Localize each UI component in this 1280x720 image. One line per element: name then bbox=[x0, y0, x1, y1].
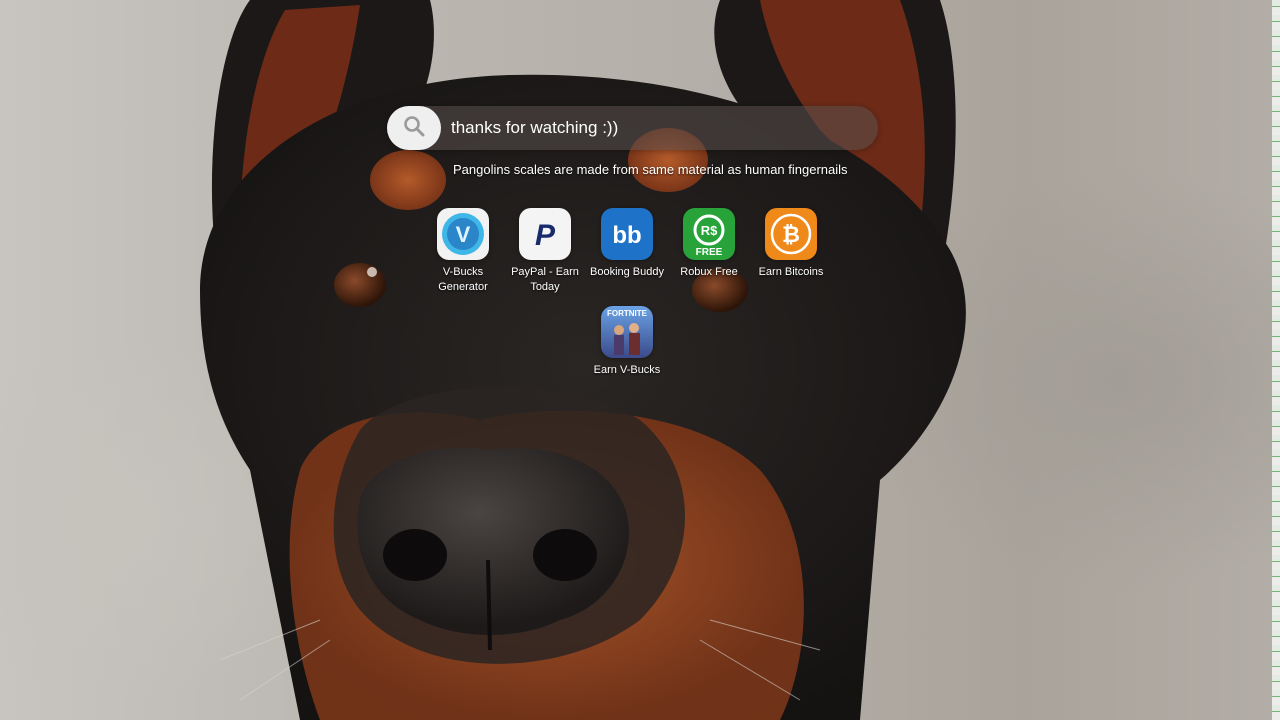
svg-text:V: V bbox=[456, 222, 471, 247]
booking-buddy-icon: bb bbox=[601, 208, 653, 260]
app-label: Booking Buddy bbox=[590, 266, 664, 278]
app-label: PayPal - Earn Today bbox=[511, 266, 579, 293]
app-robux-free[interactable]: R$ FREE Robux Free bbox=[668, 208, 750, 280]
app-paypal-earn-today[interactable]: P PayPal - Earn Today bbox=[504, 208, 586, 295]
svg-text:P: P bbox=[535, 219, 556, 252]
robux-icon: R$ FREE bbox=[683, 208, 735, 260]
screen: Pangolins scales are made from same mate… bbox=[0, 0, 1280, 720]
svg-text:R$: R$ bbox=[701, 223, 718, 238]
fortnite-icon: FORTNITE bbox=[601, 306, 653, 358]
app-booking-buddy[interactable]: bb Booking Buddy bbox=[586, 208, 668, 280]
search-input[interactable] bbox=[451, 106, 861, 150]
svg-text:bb: bb bbox=[612, 222, 641, 249]
search-icon bbox=[402, 114, 426, 143]
bitcoin-icon: ₿ bbox=[765, 208, 817, 260]
paypal-icon: P bbox=[519, 208, 571, 260]
app-label: V-Bucks Generator bbox=[438, 266, 488, 293]
svg-text:₿: ₿ bbox=[782, 223, 800, 248]
search-button[interactable] bbox=[387, 106, 441, 150]
fun-fact-text: Pangolins scales are made from same mate… bbox=[453, 162, 848, 177]
app-label: Robux Free bbox=[680, 266, 738, 278]
app-earn-v-bucks[interactable]: FORTNITE Earn V-Bucks bbox=[586, 306, 668, 378]
app-v-bucks-generator[interactable]: V V-Bucks Generator bbox=[422, 208, 504, 295]
screen-edge-artifact bbox=[1272, 0, 1280, 720]
search-bar[interactable] bbox=[387, 106, 878, 150]
svg-text:FORTNITE: FORTNITE bbox=[607, 309, 648, 318]
app-earn-bitcoins[interactable]: ₿ Earn Bitcoins bbox=[750, 208, 832, 280]
app-label: Earn Bitcoins bbox=[758, 266, 824, 278]
svg-text:FREE: FREE bbox=[696, 247, 723, 258]
app-label: Earn V-Bucks bbox=[593, 364, 661, 376]
v-bucks-icon: V bbox=[437, 208, 489, 260]
